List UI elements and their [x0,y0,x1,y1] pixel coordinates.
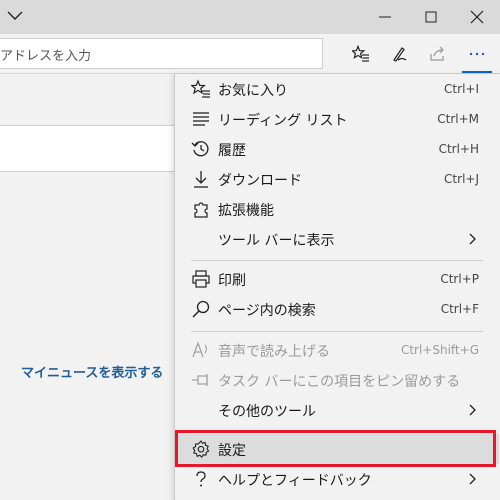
read-aloud-icon [192,341,208,358]
address-placeholder: アドレスを入力 [0,49,92,64]
menu-divider [191,260,483,261]
menu-item-shortcut: Ctrl+H [438,142,479,156]
menu-item-shortcut: Ctrl+J [444,172,479,186]
menu-item-show-in-toolbar[interactable]: ツール バーに表示 [175,224,499,254]
menu-item-more-tools[interactable]: その他のツール [175,395,499,425]
help-icon [196,471,206,487]
menu-item-label: 履歴 [218,143,246,159]
menu-item-downloads[interactable]: ダウンロード Ctrl+J [175,164,499,194]
pin-icon [192,374,208,386]
menu-item-label: ツール バーに表示 [218,233,335,249]
menu-item-extensions[interactable]: 拡張機能 [175,194,499,224]
menu-item-label: ページ内の検索 [218,303,316,319]
search-icon [192,300,210,318]
menu-item-label: お気に入り [218,83,288,99]
web-note-button[interactable] [385,39,415,69]
pen-icon [393,47,407,62]
menu-item-find-on-page[interactable]: ページ内の検索 Ctrl+F [175,294,499,324]
menu-item-shortcut: Ctrl+P [440,272,479,286]
share-button[interactable] [423,39,453,69]
extensions-icon [194,202,208,218]
address-bar: アドレスを入力 [0,34,500,74]
menu-item-favorites[interactable]: お気に入り Ctrl+I [175,74,499,104]
maximize-icon [425,11,437,23]
menu-item-help-feedback[interactable]: ヘルプとフィードバック [175,464,499,494]
settings-and-more-button[interactable] [462,39,492,69]
settings-highlight-frame [175,430,496,467]
menu-item-label: 音声で読み上げる [218,344,330,360]
menu-item-label: 印刷 [218,273,246,289]
reading-list-icon [193,112,209,126]
menu-item-read-aloud[interactable]: 音声で読み上げる Ctrl+Shift+G [175,335,499,365]
add-favorites-button[interactable] [346,39,376,69]
menu-item-label: ヘルプとフィードバック [218,473,372,489]
menu-item-shortcut: Ctrl+F [440,302,479,316]
share-icon [430,46,444,61]
address-input[interactable]: アドレスを入力 [0,38,323,69]
menu-item-history[interactable]: 履歴 Ctrl+H [175,134,499,164]
menu-item-label: タスク バーにこの項目をピン留めする [218,374,461,390]
download-icon [194,171,208,188]
menu-divider [191,331,483,332]
chevron-down-icon[interactable] [6,9,24,23]
menu-item-label: リーディング リスト [218,113,348,129]
maximize-button[interactable] [408,0,454,34]
menu-item-reading-list[interactable]: リーディング リスト Ctrl+M [175,104,499,134]
close-icon [470,10,484,24]
menu-item-print[interactable]: 印刷 Ctrl+P [175,264,499,294]
menu-item-pin-to-taskbar[interactable]: タスク バーにこの項目をピン留めする [175,365,499,395]
menu-item-shortcut: Ctrl+M [437,112,479,126]
print-icon [192,270,210,288]
menu-item-label: その他のツール [218,404,316,420]
chevron-right-icon [469,404,476,416]
minimize-icon [379,16,391,18]
more-icon [469,52,485,56]
close-button[interactable] [454,0,500,34]
favorites-icon [191,79,210,98]
star-list-icon [352,45,369,62]
page-search-input[interactable] [0,125,176,172]
my-news-link[interactable]: マイニュースを表示する [21,362,163,381]
minimize-button[interactable] [362,0,408,34]
menu-item-label: 拡張機能 [218,203,274,219]
menu-item-label: ダウンロード [218,173,302,189]
menu-item-shortcut: Ctrl+Shift+G [400,343,479,357]
title-bar [0,0,500,34]
history-icon [191,141,209,157]
chevron-right-icon [469,233,476,245]
chevron-right-icon [469,473,476,485]
menu-item-shortcut: Ctrl+I [444,82,479,96]
